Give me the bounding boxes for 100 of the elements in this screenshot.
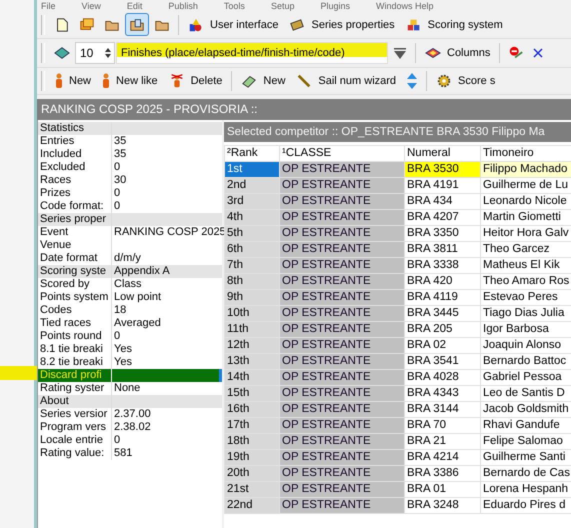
columns-icon [425, 45, 441, 61]
table-cell: BRA 3248 [404, 498, 480, 514]
column-header[interactable]: Numeral [404, 146, 480, 162]
table-cell: 19th [224, 450, 280, 466]
property-row[interactable]: Prizes 0 [38, 187, 222, 200]
filter-icon [393, 46, 407, 60]
toolbar-button[interactable]: Delete [164, 70, 228, 92]
property-value: Class [114, 278, 142, 290]
table-cell: BRA 3811 [404, 242, 480, 258]
up-down-arrows-icon [406, 73, 418, 89]
dropdown-field[interactable]: Finishes (place/elapsed-time/finish-time/code) [116, 42, 388, 64]
table-cell: 1st [224, 162, 280, 178]
toolbar-button[interactable]: Sail num wizard [291, 70, 402, 92]
property-value: d/m/y [114, 252, 141, 264]
toolbar-button[interactable]: New [50, 70, 96, 92]
columns-button[interactable]: Columns [420, 42, 496, 64]
table-cell: OP ESTREANTE [280, 162, 404, 178]
table-cell: 10th [224, 306, 280, 322]
map-icon [54, 45, 70, 61]
table-cell: BRA 3386 [404, 466, 480, 482]
menu-item[interactable]: File [41, 1, 56, 11]
property-row[interactable]: Points round 0 [38, 330, 222, 343]
table-cell: OP ESTREANTE [280, 482, 404, 498]
property-name: Locale entrie [38, 434, 112, 447]
property-row[interactable]: Scored by Class [38, 278, 222, 291]
property-name: Excluded [38, 161, 112, 174]
property-row[interactable]: Rating value: 581 [38, 447, 222, 460]
property-name: Scored by [38, 278, 112, 291]
property-value: 2.37.00 [114, 408, 151, 420]
property-row[interactable]: Races 30 [38, 174, 222, 187]
property-row[interactable]: 8.1 tie breaki Yes [38, 343, 222, 356]
property-name: Series versior [38, 408, 112, 421]
menu-item[interactable]: Plugins [320, 1, 350, 11]
menu-item[interactable]: Tools [224, 1, 245, 11]
property-row[interactable]: Series versior 2.37.00 [38, 408, 222, 421]
property-row[interactable]: Program vers 2.38.02 [38, 421, 222, 434]
property-name: Program vers [38, 421, 112, 434]
property-name: Event [38, 226, 112, 239]
table-cell: BRA 3530 [404, 162, 480, 178]
property-value: 0 [114, 330, 120, 342]
number-spinner[interactable]: 10 [75, 42, 115, 64]
property-row[interactable]: Points system Low point [38, 291, 222, 304]
column-header[interactable]: ¹CLASSE [280, 146, 404, 162]
table-cell: BRA 4028 [404, 370, 480, 386]
table-cell: Theo Amaro Ros [480, 274, 571, 290]
gear-icon [436, 73, 452, 89]
column-header[interactable]: Timoneiro [480, 146, 571, 162]
property-row[interactable]: Entries 35 [38, 135, 222, 148]
menu-item[interactable]: Setup [270, 1, 294, 11]
table-cell: OP ESTREANTE [280, 226, 404, 242]
toolbar-button[interactable]: Score s [431, 70, 500, 92]
menu-item[interactable]: Publish [168, 1, 198, 11]
property-value: 30 [114, 174, 126, 186]
panel-title: RANKING COSP 2025 - PROVISORIA :: [37, 99, 571, 120]
menu-item[interactable]: View [82, 1, 101, 11]
table-cell: Rhavi Gandufe [480, 418, 571, 434]
property-row[interactable]: Codes 18 [38, 304, 222, 317]
table-cell: BRA 01 [404, 482, 480, 498]
toolbar-button[interactable]: New [236, 70, 290, 92]
table-cell: OP ESTREANTE [280, 418, 404, 434]
property-row[interactable]: Locale entrie 0 [38, 434, 222, 447]
property-value: None [114, 382, 140, 394]
toolbar-button[interactable]: User interface [183, 13, 284, 36]
property-row[interactable]: Tied races Averaged [38, 317, 222, 330]
toolbar-button[interactable]: Scoring system [400, 13, 508, 36]
table-cell: Theo Garcez [480, 242, 571, 258]
table-cell: BRA 21 [404, 434, 480, 450]
property-name: Prizes [38, 187, 112, 200]
table-cell: Eduardo Pires d [480, 498, 571, 514]
no-entry-icon [508, 45, 524, 61]
table-cell: OP ESTREANTE [280, 242, 404, 258]
menu-item[interactable]: Edit [126, 1, 142, 11]
table-cell: OP ESTREANTE [280, 434, 404, 450]
property-row[interactable]: Discard profi [38, 369, 222, 382]
table-cell: 5th [224, 226, 280, 242]
table-cell: 9th [224, 290, 280, 306]
table-cell: BRA 3338 [404, 258, 480, 274]
person-icon [102, 73, 110, 89]
property-row[interactable]: Included 35 [38, 148, 222, 161]
property-name: Tied races [38, 317, 112, 330]
column-header[interactable]: ²Rank [224, 146, 280, 162]
toolbar-button[interactable]: New like [97, 70, 163, 92]
table-cell: 6th [224, 242, 280, 258]
toolbar-button[interactable] [125, 13, 149, 36]
table-cell: 16th [224, 402, 280, 418]
menu-item[interactable]: Windows Help [376, 1, 434, 11]
table-cell: OP ESTREANTE [280, 498, 404, 514]
person-delete-icon [168, 73, 185, 89]
competitor-caption: Selected competitor :: OP_ESTREANTE BRA 3530 Filippo Ma [224, 122, 571, 142]
property-name: Points system [38, 291, 112, 304]
table-cell: Filippo Machado [480, 162, 571, 178]
table-cell: BRA 4119 [404, 290, 480, 306]
toolbar-button[interactable]: Series properties [284, 13, 400, 36]
folder-icon [129, 16, 145, 32]
table-cell: 2nd [224, 178, 280, 194]
table-cell: Joaquin Alonso [480, 338, 571, 354]
table-cell: BRA 3541 [404, 354, 480, 370]
property-row[interactable]: Excluded 0 [38, 161, 222, 174]
table-cell: 13th [224, 354, 280, 370]
property-row[interactable]: Venue [38, 239, 222, 252]
